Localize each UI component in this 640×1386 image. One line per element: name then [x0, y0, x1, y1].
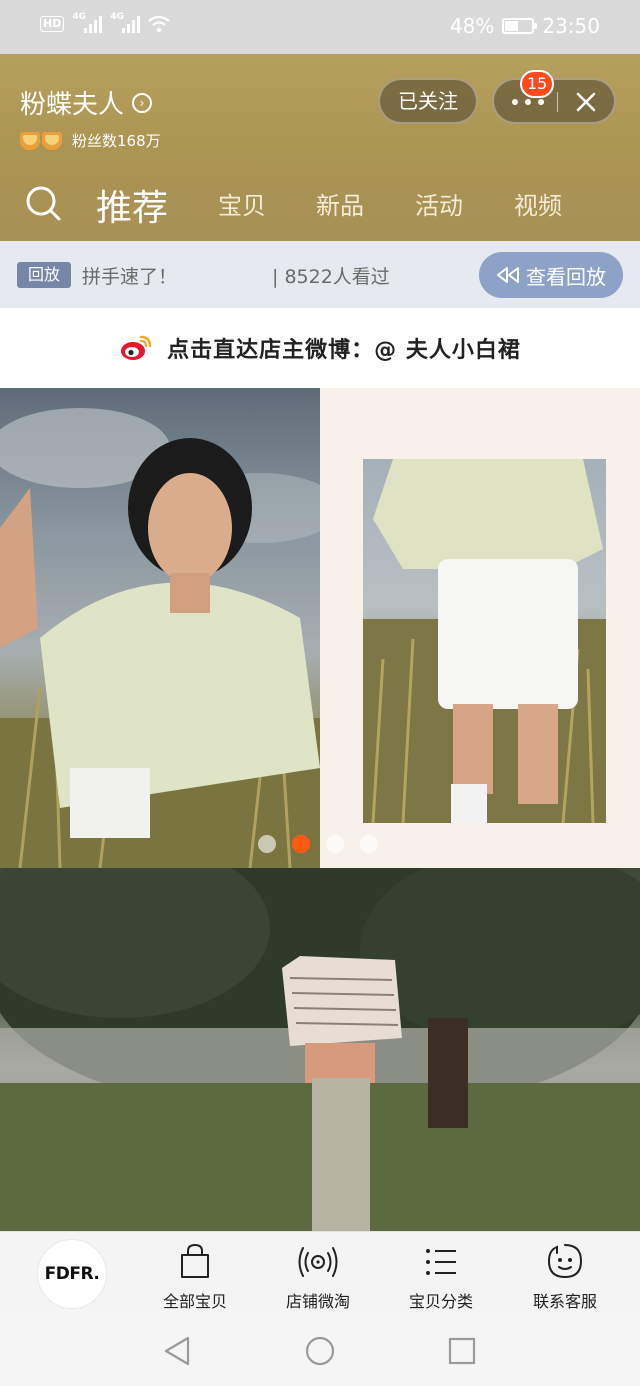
tab-events[interactable]: 活动: [415, 186, 463, 221]
search-icon[interactable]: [24, 184, 62, 222]
carousel-dot[interactable]: [258, 835, 276, 853]
photo-frame[interactable]: [320, 388, 640, 868]
replay-views: | 8522人看过: [272, 266, 390, 288]
capsule-menu: [492, 78, 616, 124]
fans-count: 粉丝数168万: [72, 132, 161, 150]
list-icon: [426, 1249, 456, 1275]
categories-label: 宝贝分类: [408, 1292, 473, 1311]
shop-logo[interactable]: FDFR.: [38, 1240, 106, 1308]
battery-percent: 48%: [449, 14, 495, 38]
chevron-right-icon[interactable]: ›: [132, 92, 153, 113]
categories-button[interactable]: 宝贝分类: [381, 1242, 501, 1312]
shop-feed-button[interactable]: 店铺微淘: [258, 1242, 378, 1312]
nav-tabs: 推荐 宝贝 新品 活动 视频: [0, 178, 640, 231]
crown-icon: [20, 131, 40, 150]
crown-icons: [20, 131, 62, 150]
store-header: 粉蝶夫人 › 粉丝数168万 已关注 15 推荐 宝贝 新品 活动 视频: [0, 54, 640, 241]
replay-title[interactable]: 拼手速了！: [82, 262, 177, 289]
carousel-banner[interactable]: [0, 388, 640, 868]
shop-feed-label: 店铺微淘: [285, 1292, 350, 1311]
view-replay-label: 查看回放: [526, 264, 606, 289]
carousel-dot[interactable]: [326, 835, 344, 853]
follow-button[interactable]: 已关注: [378, 78, 478, 124]
close-icon[interactable]: [574, 90, 598, 114]
carousel-dot[interactable]: [292, 835, 310, 853]
all-items-label: 全部宝贝: [162, 1292, 227, 1311]
signal-icon: 4G: [72, 12, 103, 33]
hd-badge: HD: [40, 16, 65, 32]
network-label: 4G: [110, 12, 124, 22]
system-nav-bar: [0, 1315, 640, 1386]
status-left: HD 4G 4G: [40, 12, 171, 33]
outfit-photo-illustration: [363, 459, 606, 823]
model-photo-illustration: [0, 408, 320, 868]
carousel-dot[interactable]: [360, 835, 378, 853]
broadcast-icon: [298, 1247, 338, 1277]
home-icon[interactable]: [304, 1335, 336, 1367]
fans-row: 粉丝数168万: [20, 130, 161, 151]
newspaper-photo-illustration: [0, 868, 640, 1231]
tab-items[interactable]: 宝贝: [218, 186, 266, 221]
shopping-bag-icon: [181, 1243, 209, 1278]
store-name-row[interactable]: 粉蝶夫人 ›: [20, 84, 153, 121]
all-items-button[interactable]: 全部宝贝: [135, 1242, 255, 1312]
weibo-banner[interactable]: 点击直达店主微博：@ 夫人小白裙: [0, 308, 640, 388]
tab-videos[interactable]: 视频: [514, 186, 562, 221]
recents-icon[interactable]: [446, 1335, 478, 1367]
rewind-icon: [497, 267, 519, 283]
signal-icon: 4G: [110, 12, 141, 33]
tab-recommend[interactable]: 推荐: [96, 179, 168, 231]
battery-icon: [502, 18, 538, 34]
tab-new[interactable]: 新品: [316, 186, 364, 221]
battery-fill: [505, 21, 518, 31]
notification-badge: 15: [520, 70, 555, 98]
replay-tag: 回放: [17, 262, 71, 288]
outfit-photo[interactable]: [363, 459, 606, 823]
newspaper-photo[interactable]: [0, 868, 640, 1231]
divider: [557, 92, 558, 112]
crown-icon: [42, 131, 62, 150]
customer-service-label: 联系客服: [532, 1292, 597, 1311]
status-bar: HD 4G 4G 48% 23:50: [0, 0, 640, 54]
clock: 23:50: [542, 14, 600, 38]
status-right: 48% 23:50: [450, 14, 600, 38]
weibo-link-text[interactable]: 点击直达店主微博：@ 夫人小白裙: [167, 332, 521, 364]
store-name[interactable]: 粉蝶夫人: [20, 84, 124, 121]
chat-face-icon: [547, 1244, 583, 1279]
weibo-icon: [121, 335, 152, 360]
wifi-icon: [148, 15, 171, 33]
view-replay-button[interactable]: 查看回放: [479, 252, 623, 298]
replay-bar[interactable]: 回放 拼手速了！ | 8522人看过 查看回放: [0, 241, 640, 308]
shop-bottom-bar: FDFR. 全部宝贝 店铺微淘 宝贝分类 联系客服: [0, 1231, 640, 1315]
back-icon[interactable]: [162, 1335, 194, 1367]
network-label: 4G: [72, 12, 86, 22]
model-photo[interactable]: [0, 388, 320, 868]
customer-service-button[interactable]: 联系客服: [505, 1242, 625, 1312]
carousel-dots: [258, 835, 378, 853]
